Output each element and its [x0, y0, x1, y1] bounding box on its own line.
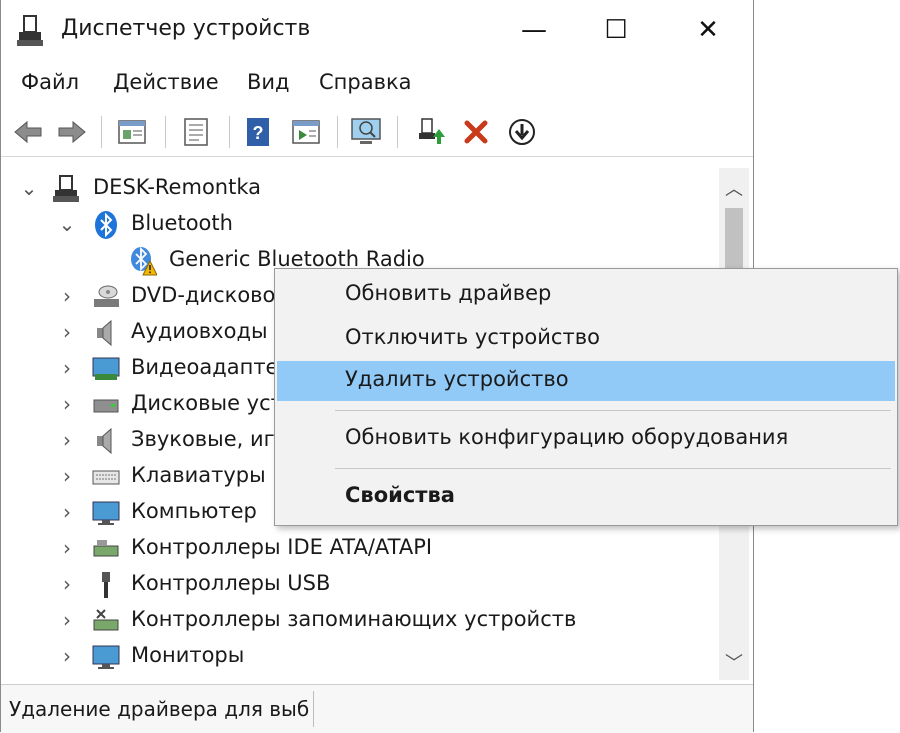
menu-help[interactable]: Справка [319, 70, 412, 94]
chevron-right-icon[interactable]: › [57, 644, 77, 668]
ctx-item-label: Обновить драйвер [345, 281, 552, 305]
menu-view[interactable]: Вид [247, 70, 290, 94]
monitor-icon [92, 645, 120, 669]
chevron-right-icon[interactable]: › [57, 500, 77, 524]
status-bar: Удаление драйвера для выб [1, 684, 753, 733]
tree-item-label: Аудиовходы и [131, 319, 288, 343]
tree-root-label: DESK-Remontka [93, 175, 261, 199]
chevron-right-icon[interactable]: › [57, 608, 77, 632]
title-bar[interactable]: Диспетчер устройств — ☐ ✕ [1, 0, 753, 62]
disk-drive-icon [93, 399, 119, 413]
context-menu: Обновить драйвер Отключить устройство Уд… [274, 268, 898, 526]
chevron-right-icon[interactable]: › [57, 356, 77, 380]
tree-item-label: Bluetooth [131, 211, 233, 235]
menu-action[interactable]: Действие [113, 70, 219, 94]
delete-icon[interactable] [459, 116, 493, 148]
tree-item-label: Мониторы [131, 643, 245, 667]
ctx-update-driver[interactable]: Обновить драйвер [277, 275, 895, 315]
speaker-icon [97, 427, 112, 455]
scroll-down-icon[interactable]: ﹀ [719, 644, 749, 680]
chevron-right-icon[interactable]: › [57, 572, 77, 596]
display-adapter-icon [92, 357, 120, 380]
device-manager-icon [17, 15, 43, 46]
tree-item-label: Компьютер [131, 499, 257, 523]
ctx-uninstall-device[interactable]: Удалить устройство [277, 361, 895, 401]
ctx-item-label: Отключить устройство [345, 325, 600, 349]
tree-item-monitors[interactable]: › Мониторы [1, 640, 719, 676]
forward-icon[interactable] [55, 116, 89, 148]
update-driver-icon[interactable] [415, 116, 449, 148]
controller-icon [93, 540, 119, 557]
tree-item-bluetooth[interactable]: ⌄ Bluetooth [1, 208, 719, 244]
svg-text:?: ? [253, 123, 264, 143]
ctx-item-label: Обновить конфигурацию оборудования [345, 425, 789, 449]
menu-file[interactable]: Файл [21, 70, 79, 94]
chevron-right-icon[interactable]: › [57, 320, 77, 344]
ctx-separator [335, 468, 891, 469]
bluetooth-icon [95, 211, 117, 239]
chevron-down-icon[interactable]: ⌄ [19, 176, 39, 200]
monitor-icon[interactable] [349, 116, 383, 148]
storage-controller-icon [93, 609, 119, 631]
keyboard-icon [92, 470, 120, 485]
maximize-button[interactable]: ☐ [593, 10, 639, 50]
tree-item-ide-controllers[interactable]: › Контроллеры IDE ATA/ATAPI [1, 532, 719, 568]
tree-item-label: Клавиатуры [131, 463, 266, 487]
chevron-right-icon[interactable]: › [57, 428, 77, 452]
speaker-icon [97, 319, 112, 347]
computer-icon [53, 175, 79, 202]
minimize-button[interactable]: — [511, 10, 557, 50]
chevron-right-icon[interactable]: › [57, 536, 77, 560]
chevron-right-icon[interactable]: › [57, 392, 77, 416]
scroll-up-icon[interactable]: ︿ [719, 170, 749, 206]
ctx-properties[interactable]: Свойства [277, 477, 895, 517]
tree-item-label: Дисковые уст [131, 391, 283, 415]
ctx-item-label: Удалить устройство [345, 367, 569, 391]
bluetooth-warning-icon [131, 246, 157, 276]
chevron-down-icon[interactable]: ⌄ [57, 212, 77, 236]
usb-icon [102, 572, 110, 598]
help-icon[interactable]: ? [241, 116, 275, 148]
tree-item-label: Контроллеры USB [131, 571, 331, 595]
ctx-scan-hardware[interactable]: Обновить конфигурацию оборудования [277, 419, 895, 459]
download-icon[interactable] [505, 116, 539, 148]
close-button[interactable]: ✕ [685, 10, 731, 50]
tree-item-storage-controllers[interactable]: › Контроллеры запоминающих устройств [1, 604, 719, 640]
window-title: Диспетчер устройств [61, 16, 311, 41]
ctx-disable-device[interactable]: Отключить устройство [277, 319, 895, 359]
back-icon[interactable] [11, 116, 45, 148]
toolbar: ? [1, 108, 753, 157]
view-icon[interactable] [289, 116, 323, 148]
tree-item-label: DVD-дисково [131, 283, 276, 307]
chevron-right-icon[interactable]: › [57, 464, 77, 488]
tree-root[interactable]: ⌄ DESK-Remontka [1, 172, 719, 208]
menu-bar: Файл Действие Вид Справка [1, 66, 753, 102]
tree-item-label: Контроллеры запоминающих устройств [131, 607, 577, 631]
tree-item-usb-controllers[interactable]: › Контроллеры USB [1, 568, 719, 604]
list-icon[interactable] [179, 116, 213, 148]
monitor-icon [92, 501, 120, 525]
dvd-drive-icon [94, 285, 119, 307]
properties-icon[interactable] [115, 116, 149, 148]
ctx-separator [335, 410, 891, 411]
tree-item-label: Контроллеры IDE ATA/ATAPI [131, 535, 433, 559]
tree-item-label: Звуковые, иг [131, 427, 275, 451]
ctx-item-label: Свойства [345, 483, 455, 507]
status-divider [313, 691, 314, 727]
status-text: Удаление драйвера для выб [9, 697, 310, 721]
chevron-right-icon[interactable]: › [57, 284, 77, 308]
tree-item-label: Видеоадаптер [131, 355, 292, 379]
